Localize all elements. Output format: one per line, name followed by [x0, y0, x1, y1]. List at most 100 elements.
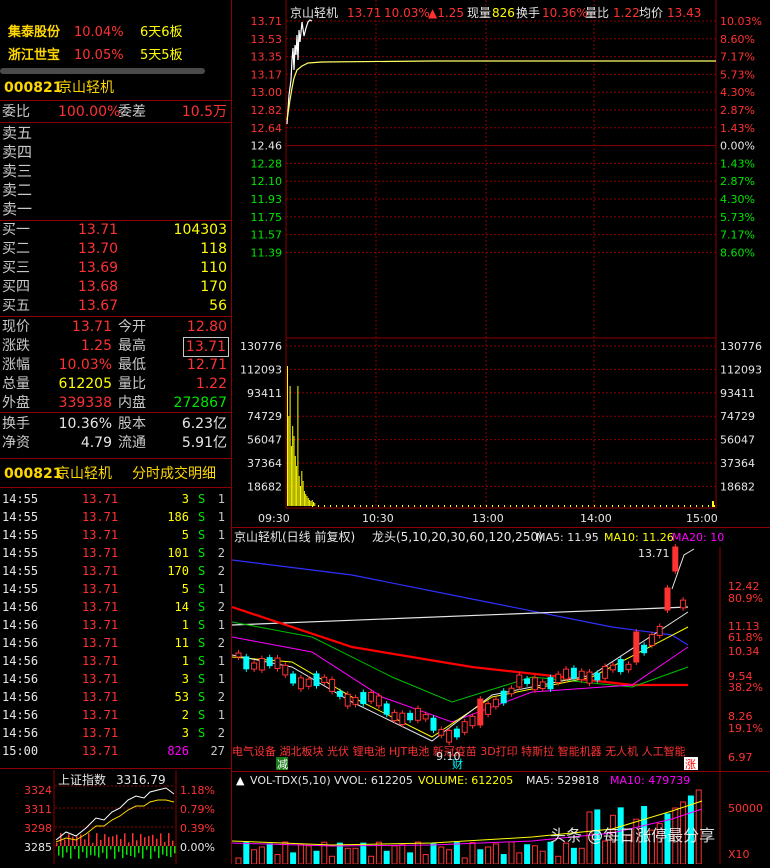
volume-bar — [690, 505, 691, 507]
tick-price: 13.71 — [82, 636, 119, 650]
buy-level[interactable]: 买五 13.67 56 — [0, 297, 231, 315]
index-mini-chart[interactable]: 上证指数 3316.79 3324 3311 3298 3285 1.18% 0… — [0, 770, 231, 864]
vol-collapse-icon[interactable]: ▲ — [236, 774, 245, 787]
volume-bar — [468, 505, 469, 507]
sell-level[interactable]: 卖四 — [0, 143, 231, 161]
buy-level-price: 13.67 — [78, 298, 119, 314]
volume-chart[interactable]: ▲ VOL-TDX(5,10) VVOL: 612205 VOLUME: 612… — [232, 771, 770, 864]
quote-value: 10.36% — [58, 416, 112, 432]
kline-candle — [282, 664, 289, 676]
index-volume-bar — [104, 834, 106, 846]
kline-candle — [266, 657, 273, 667]
tick-price: 13.71 — [82, 492, 119, 506]
vol-axis-label: X10 — [728, 848, 750, 861]
tick-price: 13.71 — [82, 546, 119, 560]
kline-candle — [586, 671, 593, 684]
tick-row[interactable]: 14:56 13.71 3 S 1 — [0, 670, 231, 688]
index-volume-bar — [172, 840, 174, 846]
kline-candle — [617, 659, 624, 673]
volume-bar — [390, 505, 391, 507]
volume-axis-label: 37364 — [247, 457, 282, 470]
volume-bar — [522, 505, 523, 507]
time-axis-label: 13:00 — [472, 512, 504, 525]
tick-row[interactable]: 14:55 13.71 101 S 2 — [0, 544, 231, 562]
volume-bar — [407, 852, 414, 864]
sell-level-label: 卖一 — [2, 200, 33, 218]
tick-count: 1 — [217, 510, 225, 524]
volume-bar — [360, 505, 361, 507]
weicha-label: 委差 — [118, 104, 146, 120]
tick-row[interactable]: 15:00 13.71 826 27 — [0, 742, 231, 760]
index-volume-bar — [72, 836, 74, 846]
volume-bar — [594, 505, 595, 507]
volume-bar — [391, 845, 398, 864]
index-volume-bar — [92, 842, 94, 846]
index-volume-bar — [158, 846, 160, 859]
volume-bar — [301, 471, 303, 506]
volume-bar — [300, 486, 301, 506]
weibi-row: 委比 100.00% 委差 10.5万 — [0, 103, 231, 121]
volume-bar — [329, 855, 336, 864]
pct-axis-label: 4.30% — [720, 86, 755, 99]
buy-level[interactable]: 买二 13.70 118 — [0, 240, 231, 258]
intraday-chart[interactable]: 13.71 10.03%13.53 8.60%13.35 7.17%13.17 5.73… — [232, 0, 770, 527]
watermark: 头条 @每日涨停最分享 — [550, 826, 715, 845]
index-volume-bar — [64, 839, 66, 846]
tick-row[interactable]: 14:56 13.71 3 S 2 — [0, 724, 231, 742]
sell-level[interactable]: 卖二 — [0, 181, 231, 199]
tick-row[interactable]: 14:56 13.71 1 S 1 — [0, 616, 231, 634]
tick-row[interactable]: 14:55 13.71 5 S 1 — [0, 580, 231, 598]
index-volume-bar — [168, 833, 170, 846]
volume-bar — [570, 505, 571, 507]
volume-bar — [293, 436, 295, 506]
kline-chart[interactable]: 京山轻机(日线 前复权) 龙头(5,10,20,30,60,120,250) M… — [232, 527, 770, 771]
quote-row: 外盘 339338 内盘 272867 — [0, 394, 231, 412]
time-axis-label: 14:00 — [580, 512, 612, 525]
index-mini-chart-svg: 上证指数 3316.79 3324 3311 3298 3285 1.18% 0… — [0, 770, 231, 864]
index-volume-bar — [116, 834, 118, 846]
quote-label: 流通 — [118, 435, 146, 451]
index-ylabel: 3285 — [24, 841, 52, 854]
sell-level-label: 卖三 — [2, 162, 33, 180]
volume-bar — [648, 505, 649, 507]
tick-row[interactable]: 14:55 13.71 5 S 1 — [0, 526, 231, 544]
buy-level[interactable]: 买一 13.71 104303 — [0, 221, 231, 239]
volume-bar — [446, 849, 453, 864]
hot-list-scrollbar[interactable] — [0, 68, 205, 74]
volume-bar — [402, 505, 403, 507]
tick-volume: 101 — [167, 546, 189, 560]
buy-level-label: 买二 — [2, 241, 30, 257]
tick-row[interactable]: 14:56 13.71 1 S 1 — [0, 652, 231, 670]
volume-bar — [666, 505, 667, 507]
tick-time: 14:56 — [2, 600, 39, 614]
volume-bar — [516, 505, 517, 507]
tick-row[interactable]: 14:55 13.71 170 S 2 — [0, 562, 231, 580]
buy-level[interactable]: 买四 13.68 170 — [0, 278, 231, 296]
tick-volume: 53 — [174, 690, 189, 704]
sell-level[interactable]: 卖五 — [0, 124, 231, 142]
index-pct: 0.00% — [180, 841, 215, 854]
buy-level[interactable]: 买三 13.69 110 — [0, 259, 231, 277]
volume-bar — [660, 505, 661, 507]
sell-level[interactable]: 卖三 — [0, 162, 231, 180]
hot-item-1[interactable]: 集泰股份 10.04% 6天6板 — [0, 24, 231, 42]
kline-candle — [430, 717, 437, 731]
volume-bar — [330, 505, 331, 507]
quote-label: 外盘 — [2, 395, 30, 411]
tick-row[interactable]: 14:55 13.71 3 S 1 — [0, 490, 231, 508]
hot-item-2[interactable]: 浙江世宝 10.05% 5天5板 — [0, 47, 231, 65]
tick-price: 13.71 — [82, 618, 119, 632]
tick-row[interactable]: 14:55 13.71 186 S 1 — [0, 508, 231, 526]
tick-row[interactable]: 14:56 13.71 14 S 2 — [0, 598, 231, 616]
tick-side: S — [198, 726, 206, 740]
volume-bar — [578, 847, 585, 864]
index-volume-bar — [74, 846, 76, 850]
tick-row[interactable]: 14:56 13.71 53 S 2 — [0, 688, 231, 706]
kline-candle — [274, 657, 281, 669]
tick-row[interactable]: 14:56 13.71 2 S 1 — [0, 706, 231, 724]
tick-price: 13.71 — [82, 744, 119, 758]
volume-bar — [702, 505, 703, 507]
sell-level[interactable]: 卖一 — [0, 200, 231, 218]
volume-bar — [420, 505, 421, 507]
tick-row[interactable]: 14:56 13.71 11 S 2 — [0, 634, 231, 652]
